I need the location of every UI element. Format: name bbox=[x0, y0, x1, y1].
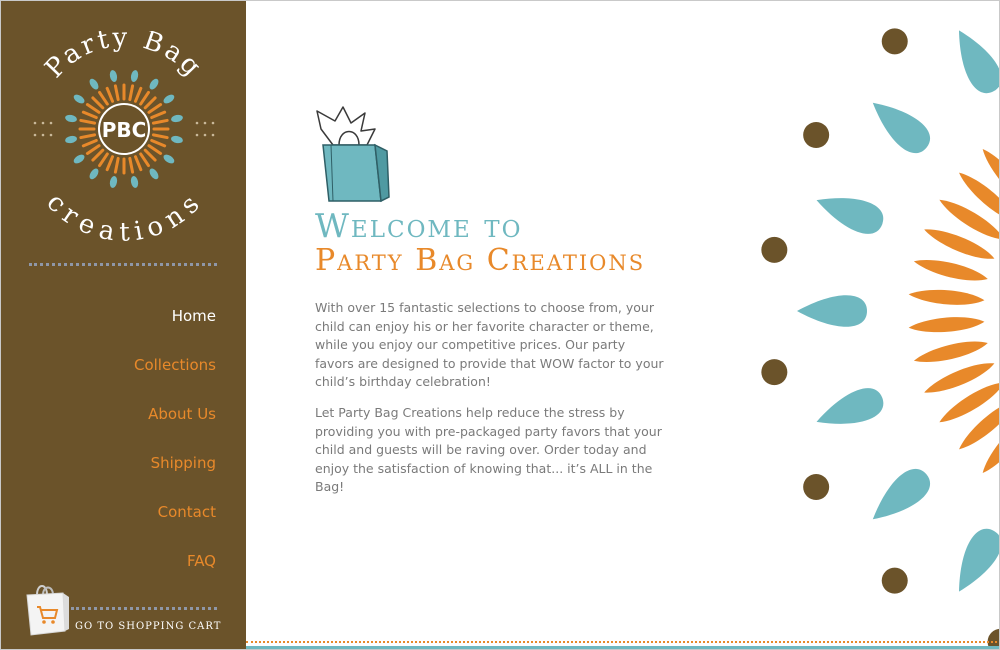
shopping-cart-bag-icon[interactable] bbox=[23, 581, 69, 637]
footer-divider bbox=[246, 641, 999, 643]
party-bag-logo-icon[interactable]: PBC Party Bag creations bbox=[13, 31, 235, 246]
go-to-cart-link[interactable]: Go to Shopping Cart bbox=[75, 621, 221, 632]
welcome-title-line1: Welcome to bbox=[315, 206, 523, 245]
nav-item-shipping[interactable]: Shipping bbox=[134, 448, 216, 497]
intro-text: With over 15 fantastic selections to cho… bbox=[315, 299, 665, 509]
svg-text:Party Bag: Party Bag bbox=[39, 31, 208, 84]
intro-paragraph: Let Party Bag Creations help reduce the … bbox=[315, 404, 662, 495]
welcome-title: Welcome to Party Bag Creations bbox=[315, 209, 645, 276]
nav-item-contact[interactable]: Contact bbox=[134, 497, 216, 546]
logo-monogram: PBC bbox=[102, 118, 147, 142]
gift-bag-icon bbox=[316, 106, 390, 203]
nav-item-collections[interactable]: Collections bbox=[134, 350, 216, 399]
sidebar-divider-top bbox=[29, 263, 217, 266]
sidebar: PBC Party Bag creations Home Collections… bbox=[1, 1, 246, 649]
page: PBC Party Bag creations Home Collections… bbox=[0, 0, 1000, 650]
intro-paragraph: With over 15 fantastic selections to cho… bbox=[315, 300, 664, 390]
svg-text:creations: creations bbox=[40, 188, 207, 246]
nav-item-about-us[interactable]: About Us bbox=[134, 399, 216, 448]
decorative-burst-graphic bbox=[761, 28, 999, 649]
nav-item-faq[interactable]: FAQ bbox=[134, 546, 216, 595]
footer-bar bbox=[246, 646, 999, 649]
welcome-title-line2: Party Bag Creations bbox=[315, 243, 646, 278]
main-nav: Home Collections About Us Shipping Conta… bbox=[134, 301, 216, 595]
logo-top-text: Party Bag bbox=[39, 31, 205, 84]
nav-item-home[interactable]: Home bbox=[134, 301, 216, 350]
logo-bottom-text: creations bbox=[40, 188, 204, 246]
sidebar-divider-bottom bbox=[71, 607, 217, 610]
